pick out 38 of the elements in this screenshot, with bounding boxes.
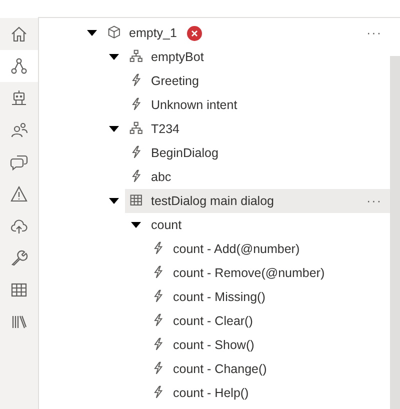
tree-item[interactable]: abc — [125, 165, 390, 189]
tree-item[interactable]: count - Add(@number) — [147, 237, 390, 261]
expanded-caret-icon[interactable] — [109, 198, 119, 204]
hierarchy-icon — [129, 121, 145, 137]
library-icon — [10, 313, 28, 331]
hierarchy-icon — [129, 49, 145, 65]
tree-item[interactable]: count — [147, 213, 390, 237]
tree-item[interactable]: testDialog main dialog ··· — [125, 189, 390, 213]
nav-button[interactable] — [0, 50, 38, 82]
chat-icon — [10, 153, 28, 171]
home-icon — [10, 25, 28, 43]
expanded-caret-icon[interactable] — [109, 126, 119, 132]
tree-item[interactable]: Greeting — [125, 69, 390, 93]
expanded-caret-icon[interactable] — [131, 222, 141, 228]
tree-item[interactable]: count - Change() — [147, 357, 390, 381]
tree-item[interactable]: T234 — [125, 117, 390, 141]
tree-item[interactable]: count - Clear() — [147, 309, 390, 333]
table-icon — [10, 281, 28, 299]
node-graph-icon — [10, 57, 28, 75]
tree-item[interactable]: count - Help() — [147, 381, 390, 405]
expanded-caret-icon[interactable] — [109, 54, 119, 60]
warning-icon — [10, 185, 28, 203]
expanded-caret-icon[interactable] — [87, 30, 97, 36]
robot-icon — [10, 89, 28, 107]
tree-item[interactable]: emptyBot — [125, 45, 390, 69]
wrench-icon — [10, 249, 28, 267]
more-menu[interactable]: ··· — [366, 194, 382, 208]
scrollbar[interactable] — [390, 56, 400, 409]
tree-item[interactable]: Unknown intent — [125, 93, 390, 117]
tree-item[interactable]: BeginDialog — [125, 141, 390, 165]
more-menu[interactable]: ··· — [366, 26, 382, 40]
tree-item[interactable]: count - Show() — [147, 333, 390, 357]
cube-icon — [107, 25, 123, 41]
cloud-upload-icon — [10, 217, 28, 235]
users-icon — [10, 121, 28, 139]
tree-item[interactable]: empty_1 ··· — [103, 21, 390, 45]
tree-item[interactable]: count - Missing() — [147, 285, 390, 309]
tree-item[interactable]: count - Remove(@number) — [147, 261, 390, 285]
